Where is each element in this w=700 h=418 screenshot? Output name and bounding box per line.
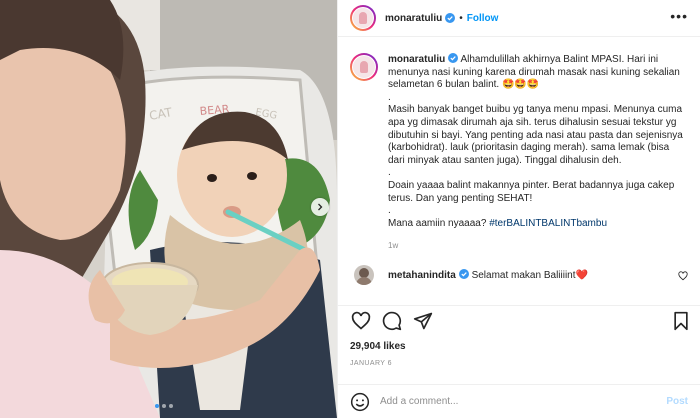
- carousel-indicator: [155, 404, 173, 408]
- caption-line: .: [388, 167, 391, 179]
- caption-line: .: [388, 205, 391, 217]
- baby-feeding-photo: CAT BEAR EGG DUNNY: [0, 0, 337, 418]
- instagram-post: CAT BEAR EGG DUNNY: [0, 0, 700, 418]
- commenter-username[interactable]: metahanindita: [388, 270, 456, 281]
- author-username[interactable]: monaratuliu: [385, 13, 442, 24]
- carousel-next-button[interactable]: [311, 198, 329, 216]
- header-separator: •: [459, 12, 463, 24]
- post-comment-button[interactable]: Post: [666, 396, 688, 407]
- post-side-panel: monaratuliu • Follow ••• monaratuliu Alh…: [337, 0, 700, 418]
- comment-item: metahanindita Selamat makan Baliiiint❤️: [350, 264, 688, 285]
- chevron-right-icon: [318, 203, 323, 211]
- post-photo[interactable]: CAT BEAR EGG DUNNY: [0, 0, 337, 418]
- carousel-dot-3: [169, 404, 173, 408]
- verified-badge-icon: [448, 53, 459, 63]
- likes-count[interactable]: 29,904 likes: [350, 341, 406, 352]
- author-avatar[interactable]: [350, 5, 376, 31]
- heart-icon: [351, 311, 371, 330]
- comment-icon: [382, 311, 402, 330]
- verified-badge-icon: [458, 268, 469, 279]
- comment-button[interactable]: [381, 310, 403, 332]
- caption-body: monaratuliu Alhamdulillah akhirnya Balin…: [388, 53, 688, 253]
- caption-line: Masih banyak banget buibu yg tanya menu …: [388, 104, 683, 166]
- caption-line: monaratuliu Alhamdulillah akhirnya Balin…: [388, 53, 688, 92]
- caption-time[interactable]: 1w: [388, 240, 688, 253]
- caption-line: Mana aamiin nyaaaa? #terBALINTBALINTbamb…: [388, 218, 688, 231]
- carousel-dot-1: [155, 404, 159, 408]
- save-icon: [674, 311, 688, 330]
- caption-line: Doain yaaaa balint makannya pinter. Bera…: [388, 179, 675, 204]
- caption-line: .: [388, 91, 391, 103]
- add-comment-bar: Post: [338, 384, 700, 418]
- carousel-dot-2: [162, 404, 166, 408]
- like-button[interactable]: [350, 310, 372, 332]
- comment-text: Selamat makan Baliiiint❤️: [468, 269, 588, 281]
- verified-badge-icon: [445, 13, 456, 23]
- action-bar: [338, 305, 700, 335]
- share-icon: [413, 312, 433, 329]
- caption: monaratuliu Alhamdulillah akhirnya Balin…: [350, 53, 688, 253]
- follow-button[interactable]: Follow: [467, 13, 499, 24]
- caption-avatar[interactable]: [350, 53, 378, 81]
- caption-username[interactable]: monaratuliu: [388, 54, 445, 65]
- comment-like-heart-icon[interactable]: [678, 271, 688, 281]
- post-date[interactable]: JANUARY 6: [350, 360, 392, 367]
- share-button[interactable]: [412, 310, 434, 332]
- comment-input[interactable]: [380, 396, 667, 407]
- caption-text: Mana aamiin nyaaaa?: [388, 217, 490, 229]
- comments-section: monaratuliu Alhamdulillah akhirnya Balin…: [338, 37, 700, 297]
- commenter-avatar[interactable]: [354, 264, 374, 285]
- hashtag-link[interactable]: #terBALINTBALINTbambu: [489, 218, 607, 229]
- more-options-icon[interactable]: •••: [670, 9, 688, 23]
- emoji-icon[interactable]: [350, 392, 370, 412]
- save-button[interactable]: [670, 310, 692, 332]
- post-header: monaratuliu • Follow •••: [338, 0, 700, 37]
- comment-body: metahanindita Selamat makan Baliiiint❤️: [388, 268, 588, 281]
